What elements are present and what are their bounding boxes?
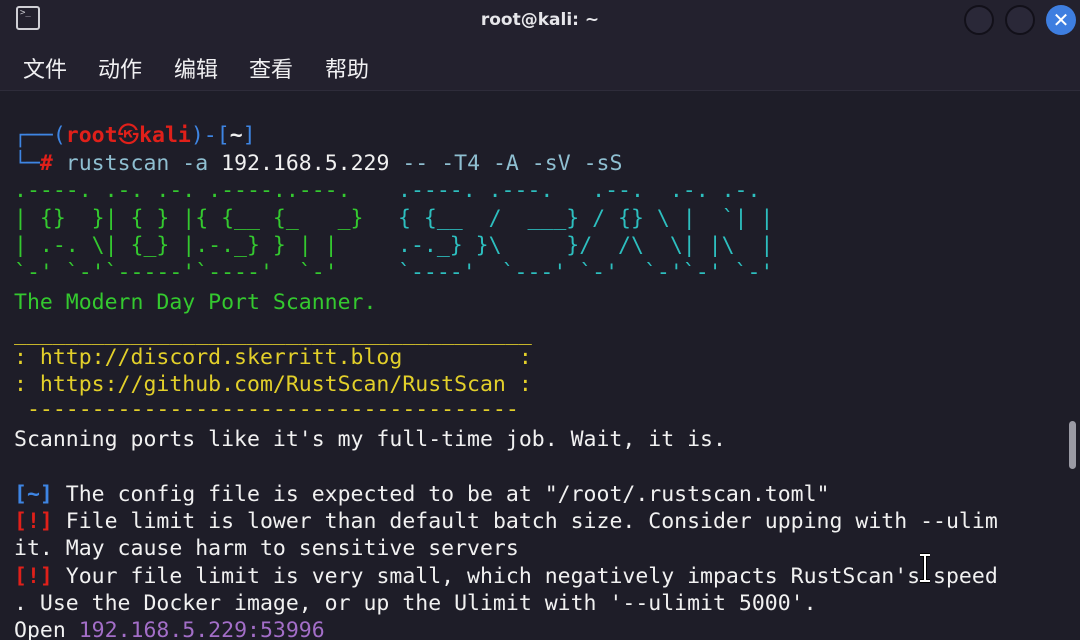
menu-view[interactable]: 查看 — [249, 52, 293, 84]
skull-icon: ㉿ — [117, 123, 140, 148]
title-bar: >_ root@kali: ~ ✕ — [0, 0, 1080, 40]
message-line: [!] File limit is lower than default bat… — [14, 509, 998, 534]
close-button[interactable]: ✕ — [1046, 5, 1076, 35]
motto: Scanning ports like it's my full-time jo… — [14, 427, 726, 452]
terminal-output[interactable]: ┌──(root㉿kali)-[~] └─# rustscan -a 192.1… — [0, 91, 1066, 640]
text-cursor-icon — [920, 553, 930, 583]
menu-file[interactable]: 文件 — [23, 52, 67, 84]
menu-edit[interactable]: 编辑 — [174, 52, 218, 84]
banner-line: { {__ / ___} / {} \ | `| | — [398, 206, 774, 231]
minimize-button[interactable] — [964, 5, 994, 35]
menu-actions[interactable]: 动作 — [98, 52, 142, 84]
scrollbar-thumb[interactable] — [1069, 421, 1076, 469]
prompt-line-1: ┌──(root㉿kali)-[~] — [14, 123, 256, 148]
link-line: : https://github.com/RustScan/RustScan : — [14, 372, 532, 397]
rule-bottom: -------------------------------------- — [14, 397, 519, 422]
close-icon: ✕ — [1052, 8, 1070, 32]
banner-line: .----. .-. .-. .----..---. — [14, 178, 351, 203]
tagline: The Modern Day Port Scanner. — [14, 290, 377, 315]
banner-line: .-._} }\ }/ /\ \| |\ | — [398, 233, 774, 258]
message-line: [~] The config file is expected to be at… — [14, 482, 830, 507]
open-port-line: Open 192.168.5.229:53996 — [14, 618, 325, 640]
prompt-line-2: └─# rustscan -a 192.168.5.229 -- -T4 -A … — [14, 151, 623, 176]
message-line: . Use the Docker image, or up the Ulimit… — [14, 591, 817, 616]
banner-line: `-' `-'`-----'`----' `-' — [14, 260, 338, 285]
maximize-button[interactable] — [1005, 5, 1035, 35]
menu-bar: 文件 动作 编辑 查看 帮助 — [0, 40, 1080, 90]
menu-help[interactable]: 帮助 — [325, 52, 369, 84]
rule-top: ________________________________________ — [14, 321, 532, 346]
banner-line: .----. .---. .--. .-. .-. — [398, 178, 761, 203]
banner-line: | .-. \| {_} |.-._} } | | — [14, 233, 338, 258]
window-title: root@kali: ~ — [480, 10, 600, 30]
banner-line: `----' `---' `-' `-'`-' `-' — [398, 260, 774, 285]
message-line: it. May cause harm to sensitive servers — [14, 536, 519, 561]
banner-line: | {} }| { } |{ {__ {_ _} — [14, 206, 364, 231]
link-line: : http://discord.skerritt.blog : — [14, 345, 532, 370]
message-line: [!] Your file limit is very small, which… — [14, 564, 998, 589]
scrollbar[interactable] — [1066, 91, 1080, 640]
